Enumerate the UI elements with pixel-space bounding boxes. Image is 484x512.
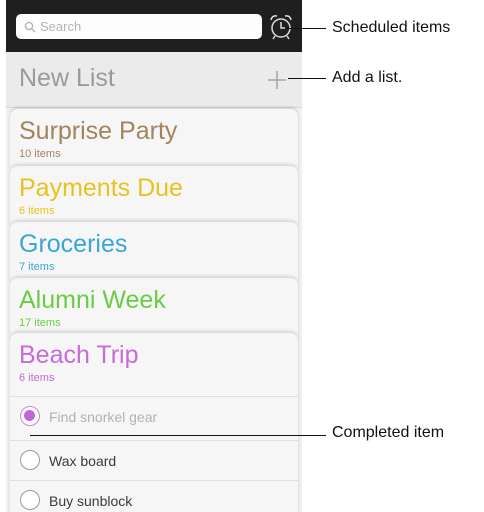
reminder-checkbox[interactable] bbox=[20, 490, 40, 510]
new-list-label: New List bbox=[19, 64, 115, 92]
list-card-payments-due[interactable]: Payments Due 6 items bbox=[10, 165, 298, 226]
reminder-label: Find snorkel gear bbox=[49, 409, 158, 425]
reminder-item[interactable]: Wax board bbox=[10, 440, 298, 480]
list-title: Alumni Week bbox=[19, 286, 166, 314]
list-title: Groceries bbox=[19, 230, 128, 258]
list-card-alumni-week[interactable]: Alumni Week 17 items bbox=[10, 277, 298, 338]
callout-scheduled: Scheduled items bbox=[332, 19, 451, 36]
search-placeholder: Search bbox=[40, 19, 82, 34]
list-card-groceries[interactable]: Groceries 7 items bbox=[10, 221, 298, 282]
reminder-item[interactable]: Find snorkel gear bbox=[10, 396, 298, 436]
alarm-clock-icon[interactable] bbox=[269, 14, 293, 45]
plus-icon[interactable] bbox=[267, 70, 287, 95]
search-icon bbox=[24, 20, 36, 38]
list-card-surprise-party[interactable]: Surprise Party 10 items bbox=[10, 108, 298, 169]
top-bar: Search bbox=[6, 0, 302, 52]
callout-add-list: Add a list. bbox=[332, 69, 403, 86]
completed-checkbox[interactable] bbox=[20, 406, 40, 426]
list-count: 6 items bbox=[19, 372, 55, 384]
reminder-item[interactable]: Buy sunblock bbox=[10, 480, 298, 512]
list-title: Payments Due bbox=[19, 174, 183, 202]
callout-line-scheduled bbox=[286, 28, 326, 29]
list-title: Surprise Party bbox=[19, 117, 178, 145]
list-count: 6 items bbox=[19, 205, 55, 217]
list-count: 17 items bbox=[19, 317, 61, 329]
reminder-checkbox[interactable] bbox=[20, 450, 40, 470]
reminder-label: Buy sunblock bbox=[49, 493, 133, 509]
reminder-label: Wax board bbox=[49, 453, 117, 469]
callout-completed: Completed item bbox=[332, 424, 445, 441]
list-count: 10 items bbox=[19, 148, 61, 160]
list-title: Beach Trip bbox=[19, 341, 139, 369]
list-count: 7 items bbox=[19, 261, 55, 273]
callout-line-completed bbox=[30, 435, 326, 436]
new-list-row[interactable]: New List bbox=[6, 52, 302, 108]
search-field[interactable]: Search bbox=[16, 14, 262, 39]
callout-line-add-list bbox=[288, 78, 326, 79]
